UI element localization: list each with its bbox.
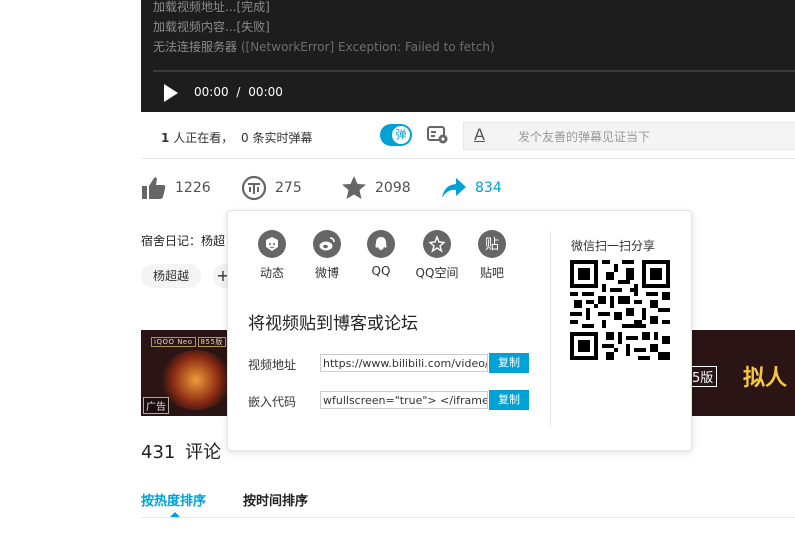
comment-count-heading: 431 评论 (141, 438, 221, 464)
danmaku-toggle[interactable]: 弹 (380, 124, 412, 146)
share-arrow-icon (442, 178, 466, 198)
video-url-field[interactable]: https://www.bilibili.com/video/a (320, 354, 488, 372)
share-weibo-label: 微博 (314, 266, 339, 280)
embed-code-label: 嵌入代码 (248, 395, 297, 409)
ad-text: 5版 (689, 366, 718, 387)
danmaku-placeholder: 发个友善的弹幕见证当下 (518, 130, 651, 144)
favorite-button[interactable]: 2098 (341, 172, 411, 204)
like-button[interactable]: 1226 (141, 172, 211, 204)
qq-icon (367, 230, 395, 258)
share-qzone[interactable]: QQ空间 (409, 230, 465, 281)
share-qq[interactable]: QQ (353, 230, 409, 278)
copy-embed-button[interactable]: 复制 (489, 390, 529, 410)
ad-brand: iQOO Neo 855版 (149, 336, 226, 347)
active-tab-indicator (170, 512, 180, 517)
sort-by-time-tab[interactable]: 按时间排序 (243, 490, 308, 509)
danmaku-settings-icon[interactable] (427, 126, 449, 144)
viewer-info: 1 人正在看， 0 条实时弹幕 (161, 129, 313, 146)
weibo-icon (313, 230, 341, 258)
copy-url-button[interactable]: 复制 (489, 353, 529, 373)
viewer-count: 1 (161, 131, 170, 145)
ad-badge: 广告 (143, 397, 169, 414)
progress-bar[interactable] (153, 70, 795, 72)
share-tieba[interactable]: 贴 贴吧 (464, 230, 520, 281)
share-dynamic-label: 动态 (259, 266, 284, 280)
danmaku-toggle-knob: 弹 (392, 126, 410, 144)
danmaku-input[interactable]: A 发个友善的弹幕见证当下 (463, 122, 795, 150)
player-log-line: 无法连接服务器 ([NetworkError] Exception: Faile… (153, 40, 495, 54)
qr-title: 微信扫一扫分享 (571, 239, 656, 253)
thumbs-up-icon (142, 177, 166, 199)
total-time: 00:00 (248, 85, 283, 99)
coin-count: 275 (275, 180, 302, 196)
realtime-count: 0 (241, 131, 249, 145)
ad-image (161, 350, 231, 410)
coin-button[interactable]: 275 (241, 172, 302, 204)
viewer-text: 人正在看， (173, 131, 234, 145)
qzone-icon (423, 230, 451, 258)
share-qq-label: QQ (371, 264, 391, 278)
player-log-line: 加载视频内容...[失败] (153, 20, 270, 34)
tag-item[interactable]: 杨超越 (141, 264, 202, 288)
share-qzone-label: QQ空间 (415, 266, 459, 280)
tieba-icon: 贴 (478, 230, 506, 258)
qr-code (570, 260, 670, 360)
realtime-text: 条实时弹幕 (252, 131, 313, 145)
share-dynamic[interactable]: 动态 (244, 230, 300, 281)
ad-headline: 拟人 (743, 366, 788, 391)
share-popup: 动态 微博 QQ QQ空间 贴 贴吧 将视频贴到博客或论坛 视频地址 https… (227, 210, 692, 451)
dynamic-icon (258, 230, 286, 258)
star-icon (342, 176, 366, 199)
comment-label: 评论 (185, 442, 222, 463)
video-description: 宿舍日记：杨超 (141, 234, 226, 248)
share-weibo[interactable]: 微博 (299, 230, 355, 281)
video-url-label: 视频地址 (248, 358, 297, 372)
sort-by-hot-tab[interactable]: 按热度排序 (141, 490, 206, 509)
player-log-line: 加载视频地址...[完成] (153, 0, 270, 14)
danmaku-bar: 1 人正在看， 0 条实时弹幕 弹 A 发个友善的弹幕见证当下 (141, 112, 795, 159)
tab-divider (141, 517, 795, 518)
like-count: 1226 (175, 180, 211, 196)
time-separator: / (236, 85, 241, 99)
comment-count: 431 (141, 442, 176, 463)
video-player[interactable]: 加载视频地址...[完成] 加载视频内容...[失败] 无法连接服务器 ([Ne… (141, 0, 795, 112)
embed-code-field[interactable]: wfullscreen="true"> </iframe> (320, 391, 488, 409)
share-count: 834 (475, 180, 502, 196)
popup-divider (550, 231, 551, 427)
danmaku-style-icon[interactable]: A (474, 125, 485, 144)
embed-title: 将视频贴到博客或论坛 (248, 314, 418, 334)
share-tieba-label: 贴吧 (479, 266, 504, 280)
play-icon[interactable] (164, 84, 178, 102)
current-time: 00:00 (194, 85, 229, 99)
time-display: 00:00 / 00:00 (194, 85, 283, 99)
coin-icon (241, 175, 267, 201)
share-button[interactable]: 834 (441, 172, 502, 204)
ad-brand-badge: 855版 (197, 337, 226, 347)
favorite-count: 2098 (375, 180, 411, 196)
